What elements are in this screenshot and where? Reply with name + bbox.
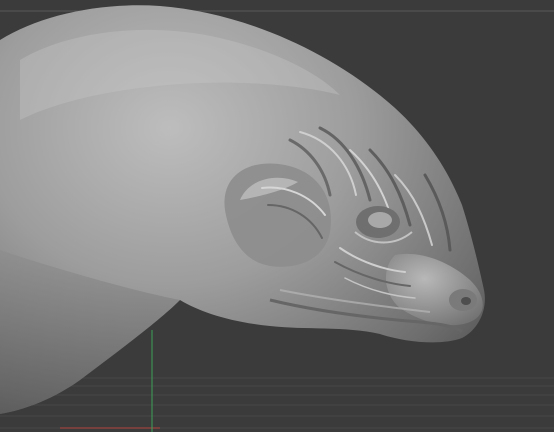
- nostril: [461, 297, 471, 305]
- 3d-viewport[interactable]: [0, 0, 554, 432]
- eye-lid: [368, 212, 392, 228]
- viewport-canvas[interactable]: [0, 0, 554, 432]
